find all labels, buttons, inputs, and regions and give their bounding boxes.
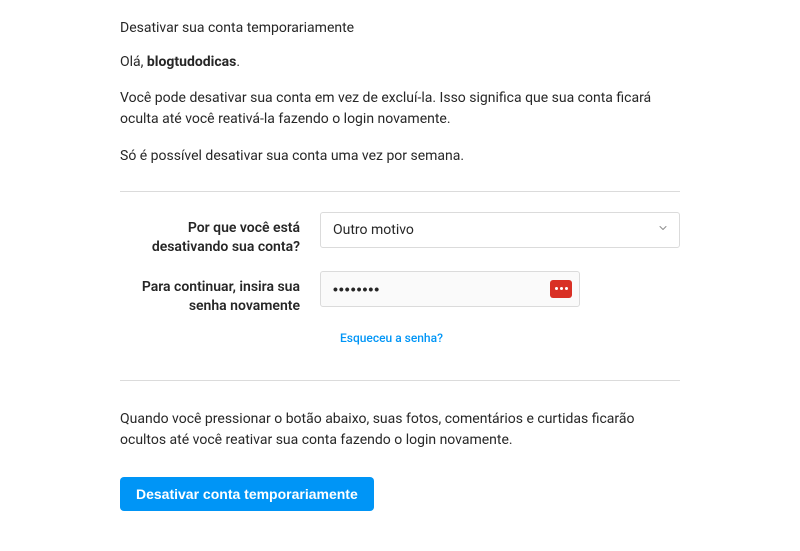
divider-top <box>120 191 680 192</box>
greeting-prefix: Olá, <box>120 54 147 70</box>
description-2: Só é possível desativar sua conta uma ve… <box>120 146 680 167</box>
greeting-line: Olá, blogtudodicas. <box>120 54 680 70</box>
reason-selected-value: Outro motivo <box>333 222 414 238</box>
deactivate-button[interactable]: Desativar conta temporariamente <box>120 477 374 511</box>
password-row: Para continuar, insira sua senha novamen… <box>120 271 680 316</box>
password-manager-icon[interactable] <box>550 280 572 298</box>
reason-label: Por que você está desativando sua conta? <box>120 212 320 257</box>
deactivate-account-panel: Desativar sua conta temporariamente Olá,… <box>120 20 680 511</box>
password-input[interactable] <box>320 271 580 307</box>
password-label: Para continuar, insira sua senha novamen… <box>120 271 320 316</box>
greeting-username: blogtudodicas <box>147 54 236 70</box>
page-title: Desativar sua conta temporariamente <box>120 20 680 36</box>
chevron-down-icon <box>657 222 669 238</box>
footnote-text: Quando você pressionar o botão abaixo, s… <box>120 409 680 451</box>
reason-select[interactable]: Outro motivo <box>320 212 680 248</box>
description-1: Você pode desativar sua conta em vez de … <box>120 88 680 130</box>
divider-bottom <box>120 380 680 381</box>
greeting-suffix: . <box>236 54 240 70</box>
forgot-password-link[interactable]: Esqueceu a senha? <box>340 331 443 345</box>
reason-row: Por que você está desativando sua conta?… <box>120 212 680 257</box>
